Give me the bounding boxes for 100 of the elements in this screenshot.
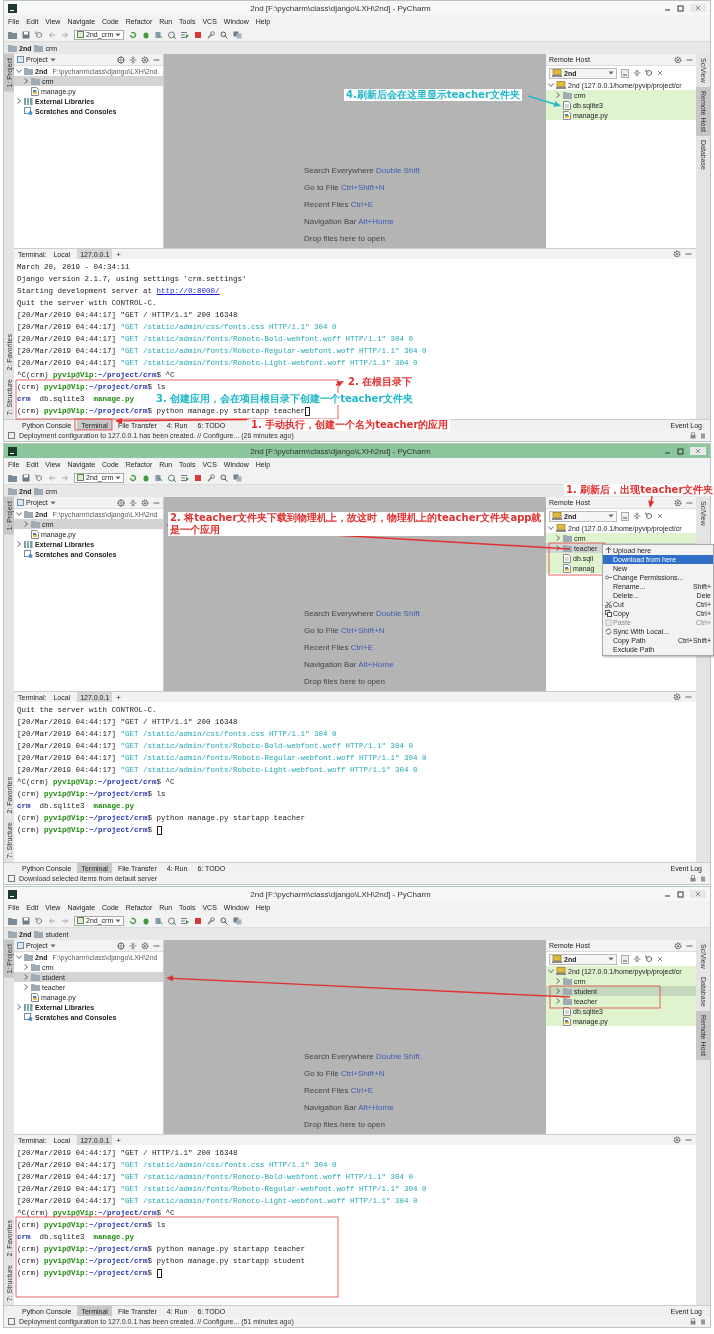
locate-icon[interactable] — [117, 941, 125, 950]
close-icon[interactable] — [657, 70, 663, 76]
collapse-all-icon[interactable] — [633, 512, 641, 520]
chevron-icon[interactable] — [555, 978, 561, 984]
caret-icon[interactable] — [49, 942, 56, 949]
list-run-icon[interactable] — [181, 30, 190, 39]
search-icon[interactable] — [220, 30, 229, 39]
caret-icon[interactable] — [115, 31, 122, 38]
caret-icon[interactable] — [608, 513, 614, 519]
chevron-icon[interactable] — [16, 954, 22, 960]
close-icon[interactable] — [657, 513, 663, 519]
refresh-icon[interactable] — [645, 512, 653, 520]
profile-icon[interactable] — [168, 473, 177, 482]
save-icon[interactable] — [22, 30, 30, 39]
refresh-icon[interactable] — [35, 916, 43, 925]
search-icon[interactable] — [220, 473, 229, 482]
new-tab-button[interactable]: + — [116, 692, 121, 702]
rerun-icon[interactable] — [129, 30, 138, 39]
caret-icon[interactable] — [49, 56, 56, 63]
rerun-icon[interactable] — [129, 473, 138, 482]
chevron-icon[interactable] — [555, 988, 561, 994]
bug-icon[interactable] — [142, 30, 151, 39]
browse-button-icon[interactable] — [621, 68, 629, 78]
maximize-window-icon[interactable] — [677, 4, 684, 12]
chevron-icon[interactable] — [555, 545, 561, 551]
collapse-all-icon[interactable] — [129, 498, 137, 507]
chevron-icon[interactable] — [555, 998, 561, 1004]
translate-icon[interactable] — [233, 30, 243, 39]
refresh-icon[interactable] — [35, 30, 43, 39]
save-icon[interactable] — [22, 916, 30, 925]
wrench-icon[interactable] — [207, 473, 216, 482]
collapse-all-icon[interactable] — [129, 55, 137, 64]
translate-icon[interactable] — [233, 473, 243, 482]
stop-icon[interactable] — [194, 473, 203, 482]
caret-icon[interactable] — [608, 70, 614, 76]
collapse-all-icon[interactable] — [129, 941, 137, 950]
caret-icon[interactable] — [49, 499, 56, 506]
editor-hint: Go to File Ctrl+Shift+N — [304, 626, 386, 635]
caret-icon[interactable] — [115, 917, 122, 924]
settings-icon[interactable] — [673, 250, 681, 259]
coverage-icon[interactable] — [155, 916, 164, 925]
wrench-icon[interactable] — [207, 30, 216, 39]
chevron-icon[interactable] — [16, 68, 22, 74]
list-run-icon[interactable] — [181, 473, 190, 482]
settings-icon[interactable] — [673, 693, 681, 702]
caret-icon[interactable] — [608, 956, 614, 962]
new-tab-button[interactable]: + — [116, 1135, 121, 1145]
collapse-all-icon[interactable] — [633, 955, 641, 963]
chevron-icon[interactable] — [23, 964, 29, 970]
chevron-icon[interactable] — [23, 974, 29, 980]
maximize-window-icon[interactable] — [677, 890, 684, 898]
save-icon[interactable] — [22, 473, 30, 482]
chevron-icon[interactable] — [23, 78, 29, 84]
collapse-all-icon[interactable] — [633, 69, 641, 77]
chevron-icon[interactable] — [16, 511, 22, 517]
rerun-icon[interactable] — [129, 916, 138, 925]
refresh-icon[interactable] — [35, 473, 43, 482]
refresh-icon[interactable] — [645, 69, 653, 77]
settings-icon[interactable] — [674, 55, 682, 64]
stop-icon[interactable] — [194, 916, 203, 925]
chevron-icon[interactable] — [16, 1004, 22, 1010]
close-window-icon[interactable] — [695, 891, 701, 897]
bug-icon[interactable] — [142, 916, 151, 925]
chevron-icon[interactable] — [555, 92, 561, 98]
chevron-icon[interactable] — [548, 82, 554, 88]
browse-button-icon[interactable] — [621, 954, 629, 964]
profile-icon[interactable] — [168, 916, 177, 925]
chevron-icon[interactable] — [555, 535, 561, 541]
settings-icon[interactable] — [674, 941, 682, 950]
chevron-icon[interactable] — [16, 98, 22, 104]
stop-icon[interactable] — [194, 30, 203, 39]
settings-icon[interactable] — [141, 941, 149, 950]
search-icon[interactable] — [220, 916, 229, 925]
chevron-icon[interactable] — [23, 984, 29, 990]
editor-hint: Go to File Ctrl+Shift+N — [304, 1069, 386, 1078]
chevron-icon[interactable] — [548, 968, 554, 974]
settings-icon[interactable] — [141, 55, 149, 64]
profile-icon[interactable] — [168, 30, 177, 39]
settings-icon[interactable] — [141, 498, 149, 507]
new-tab-button[interactable]: + — [116, 249, 121, 259]
coverage-icon[interactable] — [155, 473, 164, 482]
list-run-icon[interactable] — [181, 916, 190, 925]
close-window-icon[interactable] — [695, 5, 701, 11]
browse-button-icon[interactable] — [621, 511, 629, 521]
refresh-icon[interactable] — [645, 955, 653, 963]
translate-icon[interactable] — [233, 916, 243, 925]
maximize-window-icon[interactable] — [677, 447, 684, 455]
coverage-icon[interactable] — [155, 30, 164, 39]
caret-icon[interactable] — [115, 474, 122, 481]
chevron-icon[interactable] — [23, 521, 29, 527]
chevron-icon[interactable] — [16, 541, 22, 547]
chevron-icon[interactable] — [548, 525, 554, 531]
settings-icon[interactable] — [673, 1136, 681, 1145]
locate-icon[interactable] — [117, 55, 125, 64]
close-icon[interactable] — [657, 956, 663, 962]
bug-icon[interactable] — [142, 473, 151, 482]
settings-icon[interactable] — [674, 498, 682, 507]
close-window-icon[interactable] — [695, 448, 701, 454]
locate-icon[interactable] — [117, 498, 125, 507]
wrench-icon[interactable] — [207, 916, 216, 925]
